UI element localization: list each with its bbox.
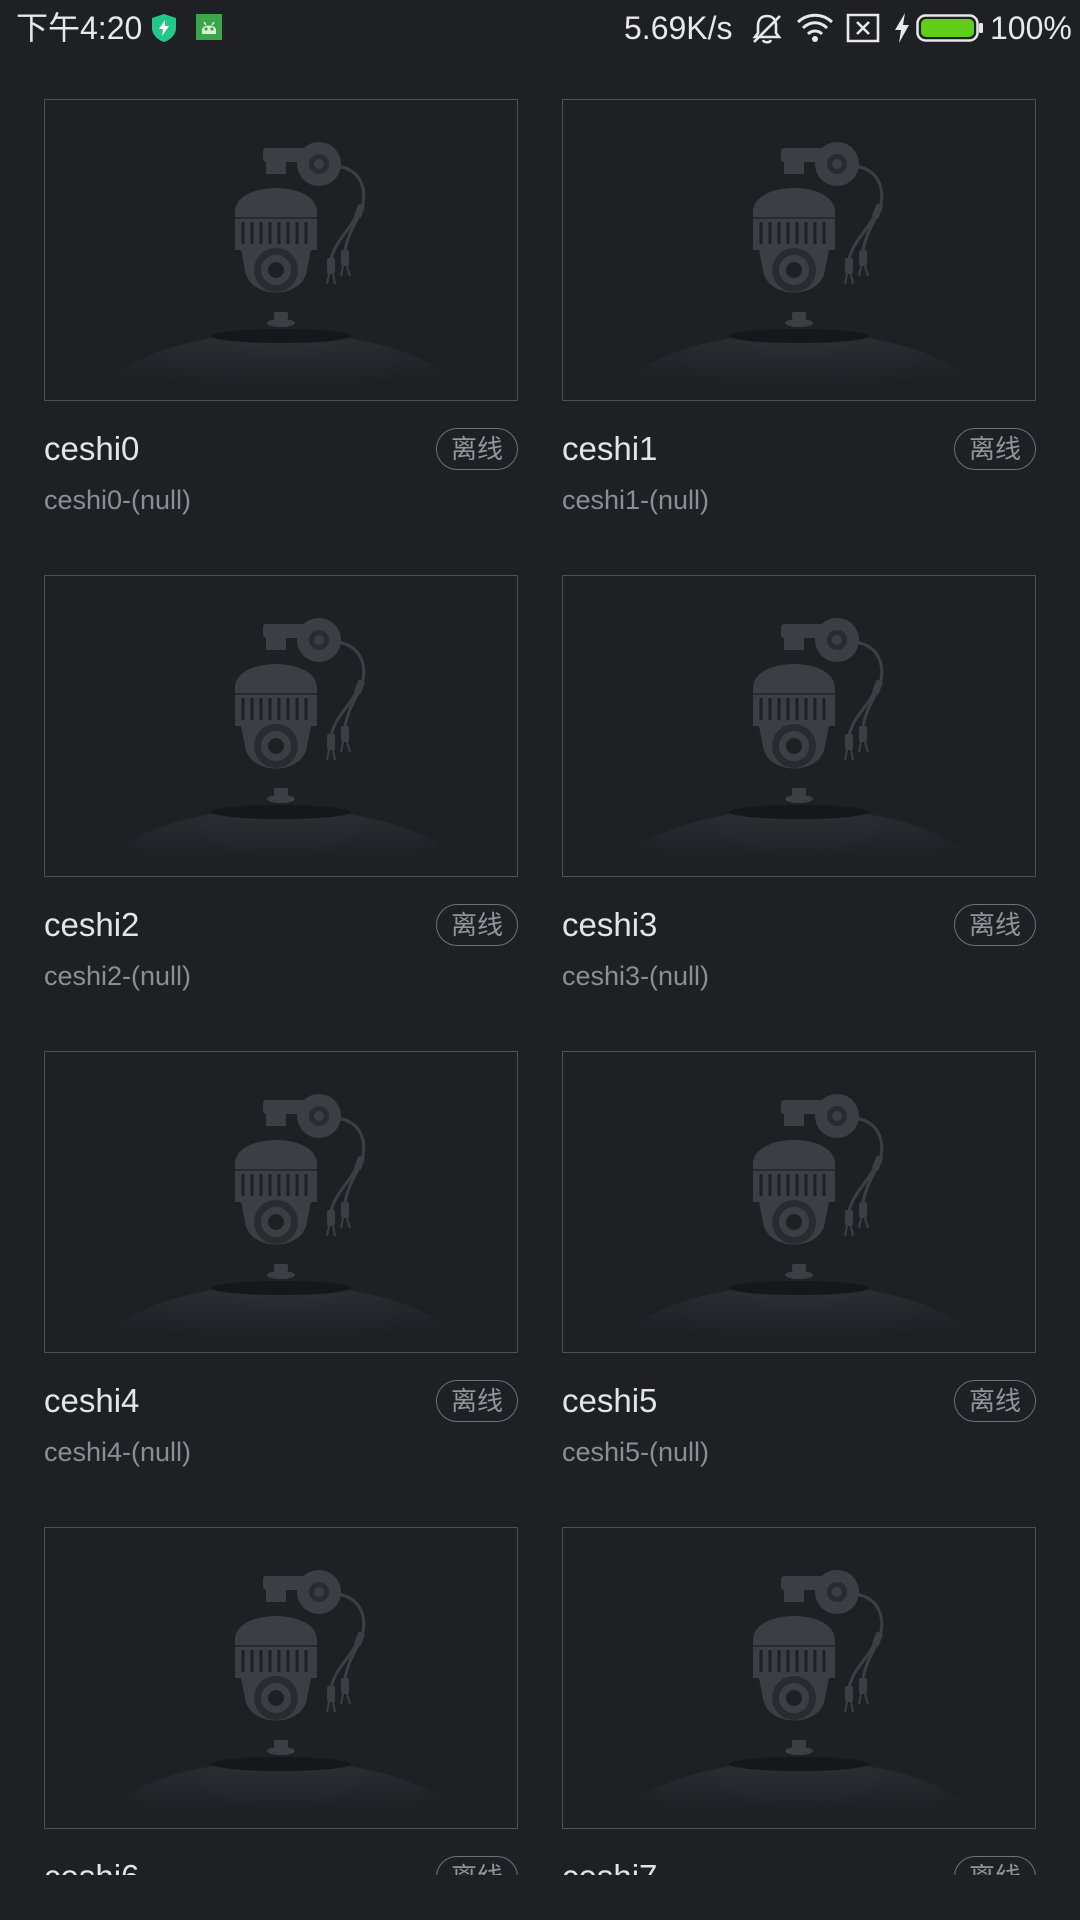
device-name: ceshi1 <box>562 430 658 467</box>
android-app-icon <box>195 13 223 46</box>
device-thumbnail[interactable] <box>44 1527 518 1829</box>
device-name: ceshi3 <box>562 906 658 943</box>
device-card-ceshi1[interactable]: ceshi1 离线 ceshi1-(null) <box>562 99 1036 575</box>
device-subtitle: ceshi5-(null) <box>562 1437 710 1467</box>
device-subtitle: ceshi4-(null) <box>44 1437 192 1467</box>
device-card-ceshi5[interactable]: ceshi5 离线 ceshi5-(null) <box>562 1051 1036 1527</box>
battery-percent: 100% <box>990 10 1072 46</box>
dome-camera-icon <box>603 1094 995 1352</box>
device-subtitle: ceshi2-(null) <box>44 961 192 991</box>
device-card-ceshi2[interactable]: ceshi2 离线 ceshi2-(null) <box>44 575 518 1051</box>
status-badge: 离线 <box>954 1856 1036 1875</box>
device-name: ceshi0 <box>44 430 140 467</box>
device-thumbnail[interactable] <box>44 1051 518 1353</box>
device-name: ceshi5 <box>562 1382 658 1419</box>
status-badge: 离线 <box>436 428 518 470</box>
device-card-ceshi4[interactable]: ceshi4 离线 ceshi4-(null) <box>44 1051 518 1527</box>
status-badge: 离线 <box>436 904 518 946</box>
battery-icon <box>916 14 984 47</box>
device-name: ceshi6 <box>44 1855 139 1875</box>
dome-camera-icon <box>85 1094 477 1352</box>
dome-camera-icon <box>603 1570 995 1828</box>
device-thumbnail[interactable] <box>562 99 1036 401</box>
status-badge: 离线 <box>954 1380 1036 1422</box>
device-name: ceshi7 <box>562 1855 657 1875</box>
device-grid: ceshi0 离线 ceshi0-(null) ceshi1 离线 ceshi1… <box>44 99 1036 1875</box>
device-card-ceshi0[interactable]: ceshi0 离线 ceshi0-(null) <box>44 99 518 575</box>
status-badge: 离线 <box>436 1380 518 1422</box>
network-speed: 5.69K/s <box>624 10 733 46</box>
device-subtitle: ceshi3-(null) <box>562 961 710 991</box>
device-name: ceshi2 <box>44 906 140 943</box>
status-badge: 离线 <box>954 428 1036 470</box>
bell-off-icon <box>750 12 784 51</box>
device-name: ceshi4 <box>44 1382 140 1419</box>
dome-camera-icon <box>85 1570 477 1828</box>
device-thumbnail[interactable] <box>44 575 518 877</box>
dome-camera-icon <box>85 618 477 876</box>
device-thumbnail[interactable] <box>562 575 1036 877</box>
status-time: 下午4:20 <box>16 10 143 46</box>
device-thumbnail[interactable] <box>562 1527 1036 1829</box>
status-badge: 离线 <box>436 1856 518 1875</box>
device-subtitle: ceshi1-(null) <box>562 485 710 515</box>
device-card-ceshi3[interactable]: ceshi3 离线 ceshi3-(null) <box>562 575 1036 1051</box>
charging-bolt-icon <box>893 12 911 49</box>
dome-camera-icon <box>603 618 995 876</box>
device-card-ceshi7[interactable]: ceshi7 离线 ceshi7-(null) <box>562 1527 1036 1875</box>
dome-camera-icon <box>85 142 477 400</box>
wifi-icon <box>796 12 834 49</box>
device-subtitle: ceshi0-(null) <box>44 485 192 515</box>
dome-camera-icon <box>603 142 995 400</box>
shield-charge-icon <box>150 13 178 48</box>
status-bar: 下午4:20 5.69K/s 100% <box>0 0 1080 58</box>
device-list: ceshi0 离线 ceshi0-(null) ceshi1 离线 ceshi1… <box>0 58 1080 1875</box>
status-badge: 离线 <box>954 904 1036 946</box>
device-thumbnail[interactable] <box>44 99 518 401</box>
sim-x-icon <box>846 12 880 49</box>
device-thumbnail[interactable] <box>562 1051 1036 1353</box>
device-card-ceshi6[interactable]: ceshi6 离线 ceshi6-(null) <box>44 1527 518 1875</box>
